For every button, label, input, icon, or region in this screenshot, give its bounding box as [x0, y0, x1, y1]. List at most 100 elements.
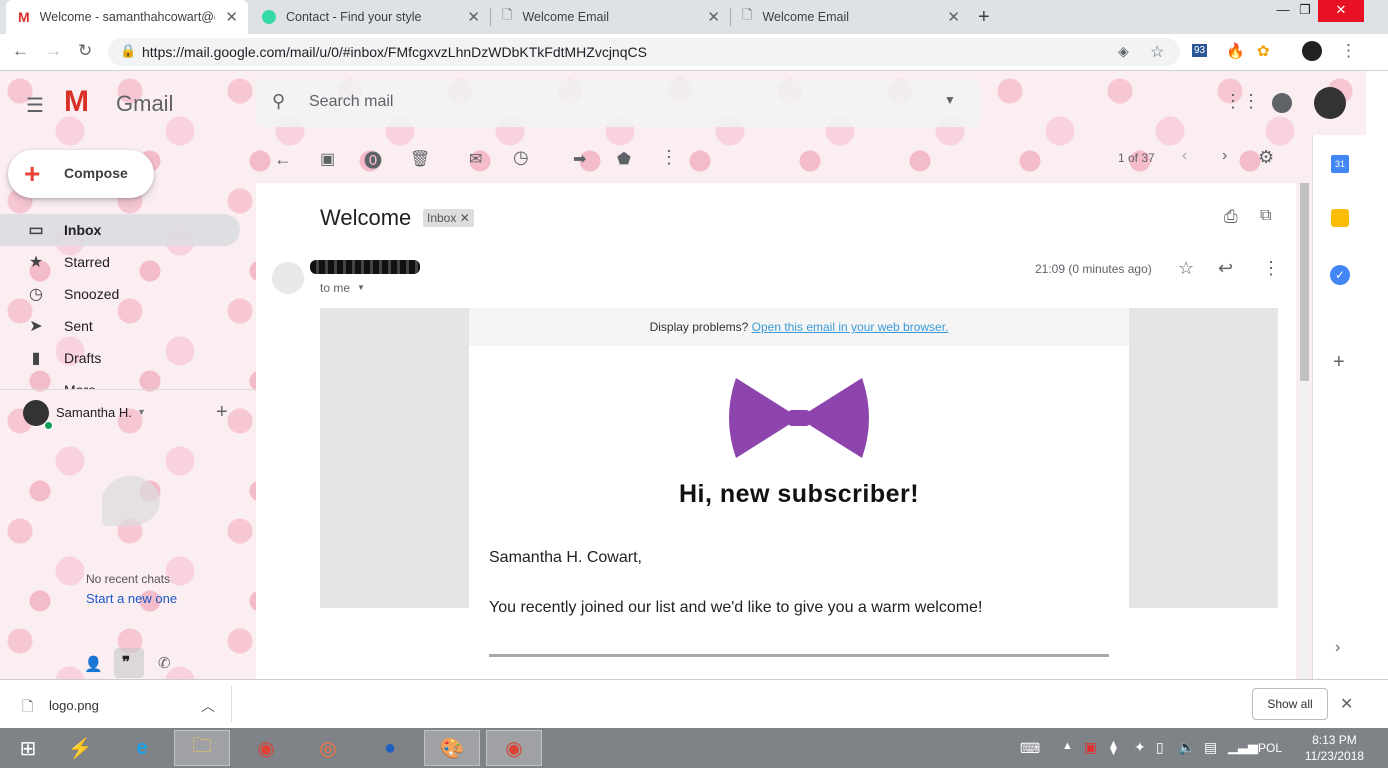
thunderbird-icon[interactable]: ● [362, 730, 418, 766]
delete-icon[interactable]: 🗑 [410, 149, 430, 169]
search-icon[interactable]: ⚲ [272, 91, 285, 112]
windows-start-icon[interactable]: ⊞ [0, 730, 56, 766]
extension-badge[interactable]: 93 [1192, 44, 1208, 57]
label-icon[interactable]: ⬟ [617, 149, 631, 169]
close-icon[interactable]: ✕ [707, 8, 720, 26]
sender-name-redacted[interactable] [310, 260, 420, 274]
email-scrollbar[interactable] [1298, 183, 1310, 679]
show-all-button[interactable]: Show all [1252, 688, 1328, 720]
close-icon[interactable]: ✕ [947, 8, 960, 26]
network-icon[interactable]: ▤ [1204, 739, 1217, 756]
clock-icon: ◷ [29, 286, 43, 303]
extension-fire-icon[interactable]: 🔥 [1226, 42, 1245, 60]
antivirus-icon[interactable]: ▣ [1084, 739, 1097, 756]
tab-welcome-email-1[interactable]: 🗋 Welcome Email ✕ [490, 0, 730, 34]
newer-chevron-icon[interactable]: ‹ [1182, 147, 1187, 165]
sidebar-item-snoozed[interactable]: ◷ Snoozed [0, 278, 240, 310]
close-icon[interactable]: ✕ [225, 8, 238, 26]
inbox-label-chip[interactable]: Inbox ✕ [423, 209, 474, 227]
extension-diamond-icon[interactable]: ◈ [1118, 43, 1129, 60]
bookmark-star-icon[interactable]: ☆ [1150, 42, 1164, 62]
tray-expand-icon[interactable]: ▲ [1062, 740, 1073, 752]
tray-app-icon[interactable]: ✦ [1134, 739, 1146, 756]
reload-icon[interactable]: ↻ [78, 41, 92, 61]
download-menu-chevron-icon[interactable]: ︿ [201, 696, 215, 716]
firefox-icon[interactable]: ◎ [300, 730, 356, 766]
apps-grid-icon[interactable]: ⋮⋮ [1224, 91, 1260, 112]
sidebar-item-inbox[interactable]: ▭ Inbox [0, 214, 240, 246]
new-tab-icon[interactable]: + [978, 6, 990, 29]
more-actions-icon[interactable]: ⋮ [660, 147, 678, 168]
open-in-browser-link[interactable]: Open this email in your web browser. [752, 320, 949, 334]
chrome-icon[interactable]: ◉ [238, 730, 294, 766]
phone-icon[interactable]: ✆ [158, 654, 171, 672]
download-filename[interactable]: logo.png [49, 698, 99, 713]
contacts-person-icon[interactable]: 👤 [84, 655, 103, 673]
close-downloads-icon[interactable]: ✕ [1340, 694, 1353, 714]
calendar-icon[interactable]: 31 [1331, 155, 1349, 173]
sidebar-item-starred[interactable]: ★ Starred [0, 246, 240, 278]
start-new-chat-link[interactable]: Start a new one [86, 591, 177, 606]
keep-icon[interactable] [1331, 209, 1349, 227]
tab-contact[interactable]: Contact - Find your style ✕ [250, 0, 490, 34]
tab-welcome-email-2[interactable]: 🗋 Welcome Email ✕ [730, 0, 970, 34]
search-input[interactable]: Search mail [309, 93, 393, 111]
details-caret-icon[interactable]: ▼ [357, 283, 365, 292]
expand-panel-chevron-icon[interactable]: › [1335, 639, 1340, 657]
mark-unread-icon[interactable]: ✉ [469, 149, 482, 169]
tab-welcome-gmail[interactable]: M Welcome - samanthahcowart@g ✕ [6, 0, 248, 34]
settings-gear-icon[interactable]: ⚙ [1258, 147, 1274, 168]
main-menu-icon[interactable]: ☰ [26, 93, 44, 118]
profile-avatar[interactable] [1302, 41, 1322, 61]
gmail-logo-text[interactable]: Gmail [116, 91, 173, 117]
scrollbar-thumb[interactable] [1300, 183, 1309, 381]
chrome-menu-icon[interactable]: ⋮ [1340, 41, 1357, 61]
archive-icon[interactable]: ▣ [320, 149, 335, 169]
volume-icon[interactable]: 🔈 [1178, 739, 1195, 756]
hangouts-user-name[interactable]: Samantha H. [56, 405, 132, 420]
chrome-active-icon[interactable]: ◉ [486, 730, 542, 766]
compose-button[interactable]: + Compose [8, 150, 154, 198]
account-avatar[interactable] [1314, 87, 1346, 119]
back-to-inbox-icon[interactable]: ← [274, 149, 292, 170]
status-dropdown-icon[interactable]: ▼ [137, 407, 146, 417]
forward-icon[interactable]: → [45, 41, 62, 61]
new-chat-plus-icon[interactable]: + [216, 401, 228, 424]
snooze-icon[interactable]: ◷ [513, 147, 529, 168]
internet-explorer-icon[interactable]: e [114, 730, 170, 766]
paint-icon[interactable]: 🎨 [424, 730, 480, 766]
signal-icon[interactable]: ▁▃▅ [1228, 739, 1258, 755]
hangouts-quote-icon[interactable]: ❞ [122, 653, 130, 671]
older-chevron-icon[interactable]: › [1222, 147, 1227, 165]
star-email-icon[interactable]: ☆ [1178, 258, 1194, 279]
search-options-icon[interactable]: ▼ [944, 93, 956, 107]
report-spam-icon[interactable]: ⓿ [364, 147, 382, 173]
system-clock[interactable]: 8:13 PM 11/23/2018 [1305, 732, 1364, 764]
keyboard-icon[interactable]: ⌨ [1020, 740, 1040, 757]
back-icon[interactable]: ← [12, 41, 29, 61]
print-icon[interactable]: ⎙ [1224, 207, 1238, 227]
extension-flower-icon[interactable]: ✿ [1257, 42, 1270, 60]
close-icon[interactable]: ✕ [467, 8, 480, 26]
open-new-window-icon[interactable]: ⧉ [1260, 207, 1271, 225]
gmail-logo-icon[interactable]: M [64, 85, 89, 119]
sidebar-item-sent[interactable]: ➤ Sent [0, 310, 240, 342]
recipient-to[interactable]: to me [320, 281, 350, 295]
battery-icon[interactable]: ▯ [1156, 739, 1164, 756]
get-addons-plus-icon[interactable]: + [1333, 351, 1345, 374]
tasks-icon[interactable]: ✓ [1330, 265, 1350, 285]
notifications-icon[interactable] [1272, 93, 1292, 113]
address-bar[interactable]: 🔒 https://mail.google.com/mail/u/0/#inbo… [108, 38, 1180, 66]
language-indicator[interactable]: POL [1258, 741, 1282, 755]
window-close-icon[interactable]: ✕ [1318, 0, 1364, 22]
dropbox-icon[interactable]: ⧫ [1110, 739, 1117, 756]
winamp-icon[interactable]: ⚡ [52, 730, 108, 766]
more-options-icon[interactable]: ⋮ [1262, 258, 1280, 279]
sidebar-item-drafts[interactable]: ▮ Drafts [0, 342, 240, 374]
sender-avatar[interactable] [272, 262, 304, 294]
file-explorer-icon[interactable]: 🗀 [174, 730, 230, 766]
sidebar-item-more[interactable]: ⌄ More [0, 374, 240, 390]
search-bar[interactable]: ⚲ Search mail ▼ [256, 79, 980, 127]
reply-icon[interactable]: ↩ [1218, 258, 1233, 279]
move-to-icon[interactable]: ➡ [573, 149, 586, 169]
